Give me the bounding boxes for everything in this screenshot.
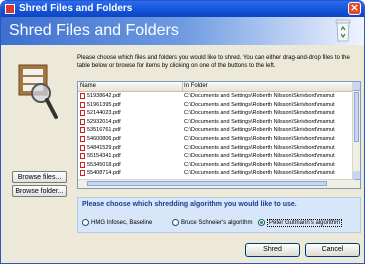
file-folder: C:\Documents and Settings\Roberth Nilsso… <box>184 101 335 108</box>
scroll-up-button[interactable] <box>353 82 360 91</box>
file-name: 54841529.pdf <box>87 144 121 151</box>
scroll-down-button[interactable] <box>353 171 360 180</box>
file-folder: C:\Documents and Settings\Roberth Nilsso… <box>184 93 335 99</box>
algorithm-panel: Please choose which shredding algorithm … <box>77 197 361 233</box>
radio-peter-gutmann[interactable]: Peter Gutmann's algorithm <box>258 219 343 228</box>
app-icon <box>5 4 15 14</box>
radio-label: Peter Gutmann's algorithm <box>267 219 343 228</box>
table-row[interactable]: 51938642.pdf C:\Documents and Settings\Ro… <box>78 92 354 101</box>
pdf-file-icon <box>80 110 85 117</box>
intro-text: Please choose which files and folders yo… <box>77 55 350 69</box>
column-header-name[interactable]: Name <box>78 82 183 91</box>
file-name: 53516761.pdf <box>87 127 121 134</box>
table-row[interactable]: 54600806.pdf C:\Documents and Settings\Ro… <box>78 135 354 144</box>
close-button[interactable]: × <box>348 1 361 15</box>
file-folder: C:\Documents and Settings\Roberth Nilsso… <box>184 161 335 168</box>
file-folder: C:\Documents and Settings\Roberth Nilsso… <box>184 127 335 134</box>
table-header: Name In Folder <box>78 82 354 92</box>
window-title: Shred Files and Folders <box>19 3 133 14</box>
table-row[interactable]: 51961395.pdf C:\Documents and Settings\Ro… <box>78 101 354 110</box>
radio-label: HMG Infosec, Baseline <box>91 220 153 227</box>
file-name: 55408714.pdf <box>87 170 121 177</box>
file-name: 55345018.pdf <box>87 161 121 168</box>
pdf-file-icon <box>80 153 85 160</box>
pdf-file-icon <box>80 135 85 142</box>
radio-button[interactable] <box>82 219 89 226</box>
radio-label: Bruce Schneier's algorithm <box>181 220 253 227</box>
shred-button[interactable]: Shred <box>245 243 300 257</box>
column-header-folder[interactable]: In Folder <box>182 82 354 91</box>
file-folder: C:\Documents and Settings\Roberth Nilsso… <box>184 144 335 151</box>
radio-button-selected[interactable] <box>258 219 265 226</box>
file-name: 54600806.pdf <box>87 135 121 142</box>
shredder-illustration-icon <box>18 64 58 119</box>
pdf-file-icon <box>80 161 85 168</box>
radio-hmg-infosec[interactable]: HMG Infosec, Baseline <box>82 219 152 228</box>
vertical-scrollbar[interactable] <box>352 82 360 188</box>
file-folder: C:\Documents and Settings\Roberth Nilsso… <box>184 135 335 142</box>
horizontal-scrollbar[interactable] <box>78 179 354 188</box>
pdf-file-icon <box>80 118 85 125</box>
file-name: 52144023.pdf <box>87 110 121 117</box>
pdf-file-icon <box>80 170 85 177</box>
pdf-file-icon <box>80 93 85 99</box>
file-folder: C:\Documents and Settings\Roberth Nilsso… <box>184 118 335 125</box>
file-name: 55154341.pdf <box>87 153 121 160</box>
browse-folder-button[interactable]: Browse folder... <box>12 185 67 197</box>
table-row[interactable]: 53516761.pdf C:\Documents and Settings\Ro… <box>78 126 354 135</box>
table-row[interactable]: 52932014.pdf C:\Documents and Settings\Ro… <box>78 118 354 127</box>
table-body: 51938642.pdf C:\Documents and Settings\Ro… <box>78 92 354 187</box>
algorithm-prompt: Please choose which shredding algorithm … <box>82 201 297 208</box>
header-banner: Shred Files and Folders <box>1 17 364 45</box>
table-row[interactable]: 55154341.pdf C:\Documents and Settings\Ro… <box>78 152 354 161</box>
page-title: Shred Files and Folders <box>9 22 179 39</box>
pdf-file-icon <box>80 127 85 134</box>
scroll-thumb[interactable] <box>354 92 359 142</box>
pdf-file-icon <box>80 101 85 108</box>
file-folder: C:\Documents and Settings\Roberth Nilsso… <box>184 110 335 117</box>
cancel-button[interactable]: Cancel <box>305 243 360 257</box>
file-name: 51961395.pdf <box>87 101 121 108</box>
radio-button[interactable] <box>172 219 179 226</box>
table-row[interactable]: 55408714.pdf C:\Documents and Settings\Ro… <box>78 169 354 178</box>
file-name: 51938642.pdf <box>87 93 121 99</box>
close-icon: × <box>349 1 360 14</box>
pdf-file-icon <box>80 144 85 151</box>
title-bar[interactable]: Shred Files and Folders × <box>1 1 364 17</box>
shred-window: Shred Files and Folders × Shred Files an… <box>0 0 365 264</box>
table-row[interactable]: 52144023.pdf C:\Documents and Settings\Ro… <box>78 109 354 118</box>
file-name: 52932014.pdf <box>87 118 121 125</box>
table-row[interactable]: 55345018.pdf C:\Documents and Settings\Ro… <box>78 161 354 170</box>
recycle-bin-icon <box>335 19 351 42</box>
hscroll-thumb[interactable] <box>87 181 327 186</box>
file-folder: C:\Documents and Settings\Roberth Nilsso… <box>184 170 335 177</box>
files-table[interactable]: Name In Folder 51938642.pdf C:\Documents … <box>77 81 361 189</box>
table-row[interactable]: 54841529.pdf C:\Documents and Settings\Ro… <box>78 144 354 153</box>
radio-bruce-schneier[interactable]: Bruce Schneier's algorithm <box>172 219 253 228</box>
file-folder: C:\Documents and Settings\Roberth Nilsso… <box>184 153 335 160</box>
browse-files-button[interactable]: Browse files... <box>12 171 67 183</box>
